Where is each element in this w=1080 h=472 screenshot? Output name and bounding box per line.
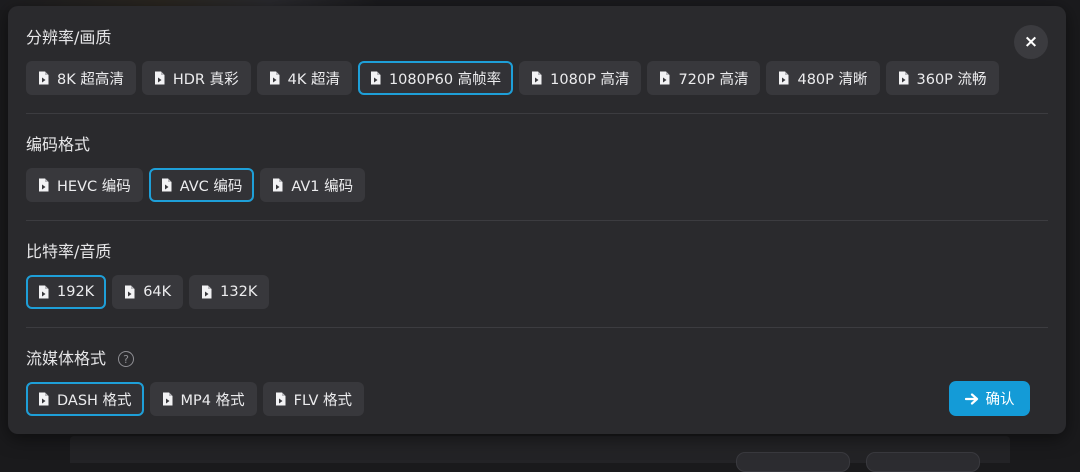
file-icon xyxy=(125,285,135,299)
file-icon xyxy=(779,71,789,85)
section-title-stream: 流媒体格式 ? xyxy=(26,347,1048,371)
option-stream-1[interactable]: MP4 格式 xyxy=(149,382,257,416)
help-icon[interactable]: ? xyxy=(118,351,135,367)
option-label: AV1 编码 xyxy=(291,178,354,195)
option-label: 8K 超高清 xyxy=(57,71,124,88)
option-label: MP4 格式 xyxy=(180,392,245,409)
section-bitrate: 比特率/音质 192K 64K 132K xyxy=(26,221,1048,310)
file-icon xyxy=(273,178,283,192)
file-icon xyxy=(660,71,670,85)
file-icon xyxy=(39,178,49,192)
option-resolution-5[interactable]: 720P 高清 xyxy=(647,61,761,95)
option-label: AVC 编码 xyxy=(179,178,243,195)
section-stream: 流媒体格式 ? DASH 格式 MP4 格式 FLV 格式 确认 xyxy=(26,328,1048,417)
option-stream-0[interactable]: DASH 格式 xyxy=(26,382,144,416)
option-label: 360P 流畅 xyxy=(916,71,987,88)
section-title-bitrate: 比特率/音质 xyxy=(26,242,112,261)
options-resolution: 8K 超高清 HDR 真彩 4K 超清 1080P60 高帧率 1080P 高清 720P… xyxy=(26,60,1048,96)
option-bitrate-0[interactable]: 192K xyxy=(26,275,107,309)
file-icon xyxy=(532,71,542,85)
options-codec: HEVC 编码 AVC 编码 AV1 编码 xyxy=(26,167,1048,203)
option-label: DASH 格式 xyxy=(57,392,132,409)
file-icon xyxy=(161,178,172,192)
option-label: 4K 超清 xyxy=(287,71,340,88)
option-label: 64K xyxy=(143,284,172,300)
arrow-right-icon xyxy=(964,392,978,405)
file-icon xyxy=(275,392,286,406)
option-stream-2[interactable]: FLV 格式 xyxy=(262,382,364,416)
options-bitrate: 192K 64K 132K xyxy=(26,274,1048,310)
stream-row: DASH 格式 MP4 格式 FLV 格式 确认 xyxy=(26,381,1048,417)
option-label: HEVC 编码 xyxy=(57,178,131,195)
section-codec: 编码格式 HEVC 编码 AVC 编码 AV1 编码 xyxy=(26,114,1048,203)
section-title-resolution: 分辨率/画质 xyxy=(26,28,112,47)
confirm-label: 确认 xyxy=(985,392,1015,408)
option-codec-1[interactable]: AVC 编码 xyxy=(148,168,255,202)
option-label: 1080P60 高帧率 xyxy=(388,71,502,88)
section-title-stream-text: 流媒体格式 xyxy=(26,349,107,368)
option-bitrate-1[interactable]: 64K xyxy=(112,275,184,309)
file-icon xyxy=(202,285,212,299)
background-pill xyxy=(866,452,980,472)
file-icon xyxy=(154,71,165,85)
file-icon xyxy=(370,71,381,85)
option-resolution-1[interactable]: HDR 真彩 xyxy=(141,61,251,95)
option-codec-2[interactable]: AV1 编码 xyxy=(260,168,366,202)
option-resolution-2[interactable]: 4K 超清 xyxy=(256,61,352,95)
section-title-codec: 编码格式 xyxy=(26,135,91,154)
option-resolution-7[interactable]: 360P 流畅 xyxy=(885,61,999,95)
option-label: 192K xyxy=(57,284,95,300)
option-label: 132K xyxy=(220,284,258,300)
option-label: 1080P 高清 xyxy=(550,71,630,88)
confirm-button[interactable]: 确认 xyxy=(949,381,1030,416)
section-resolution: 分辨率/画质 8K 超高清 HDR 真彩 4K 超清 1080P60 高帧率 1080P… xyxy=(26,6,1048,96)
option-resolution-4[interactable]: 1080P 高清 xyxy=(519,61,642,95)
option-resolution-6[interactable]: 480P 清晰 xyxy=(766,61,880,95)
file-icon xyxy=(269,71,280,85)
file-icon xyxy=(39,71,49,85)
option-bitrate-2[interactable]: 132K xyxy=(189,275,270,309)
quality-settings-dialog: × 分辨率/画质 8K 超高清 HDR 真彩 4K 超清 1080P60 高帧率 108… xyxy=(8,6,1066,434)
option-label: 720P 高清 xyxy=(678,71,749,88)
option-resolution-0[interactable]: 8K 超高清 xyxy=(26,61,136,95)
options-stream: DASH 格式 MP4 格式 FLV 格式 xyxy=(26,381,1048,417)
file-icon xyxy=(162,392,173,406)
file-icon xyxy=(39,392,49,406)
option-resolution-3[interactable]: 1080P60 高帧率 xyxy=(357,61,514,95)
background-pill xyxy=(736,452,850,472)
file-icon xyxy=(39,285,49,299)
option-codec-0[interactable]: HEVC 编码 xyxy=(26,168,143,202)
option-label: 480P 清晰 xyxy=(797,71,868,88)
option-label: FLV 格式 xyxy=(293,392,352,409)
option-label: HDR 真彩 xyxy=(172,71,239,88)
file-icon xyxy=(898,71,908,85)
